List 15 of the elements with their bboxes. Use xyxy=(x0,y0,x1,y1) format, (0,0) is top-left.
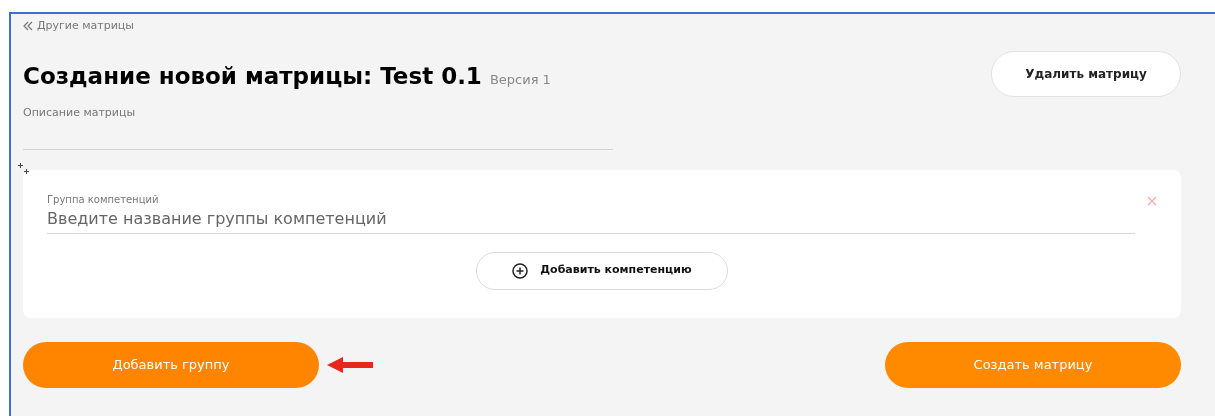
group-name-field[interactable]: Введите название группы компетенций xyxy=(47,206,1135,234)
add-competency-button[interactable]: Добавить компетенцию xyxy=(476,251,728,290)
description-field[interactable]: Описание матрицы xyxy=(23,98,613,150)
create-matrix-button[interactable]: Создать матрицу xyxy=(885,341,1181,388)
arrow-left-icon xyxy=(327,355,373,374)
double-chevron-left-icon xyxy=(23,21,33,32)
add-group-button[interactable]: Добавить группу xyxy=(23,341,319,388)
delete-matrix-button[interactable]: Удалить матрицу xyxy=(991,50,1181,97)
page-title: Создание новой матрицы: Test 0.1 xyxy=(23,61,482,91)
field-label: Описание матрицы xyxy=(23,105,136,119)
drag-handle-icon[interactable] xyxy=(18,161,32,176)
field-label: Группа компетенций xyxy=(47,192,160,207)
back-link[interactable]: Другие матрицы xyxy=(23,18,135,35)
version-label: Версия 1 xyxy=(489,70,551,89)
plus-circle-icon xyxy=(512,262,529,279)
